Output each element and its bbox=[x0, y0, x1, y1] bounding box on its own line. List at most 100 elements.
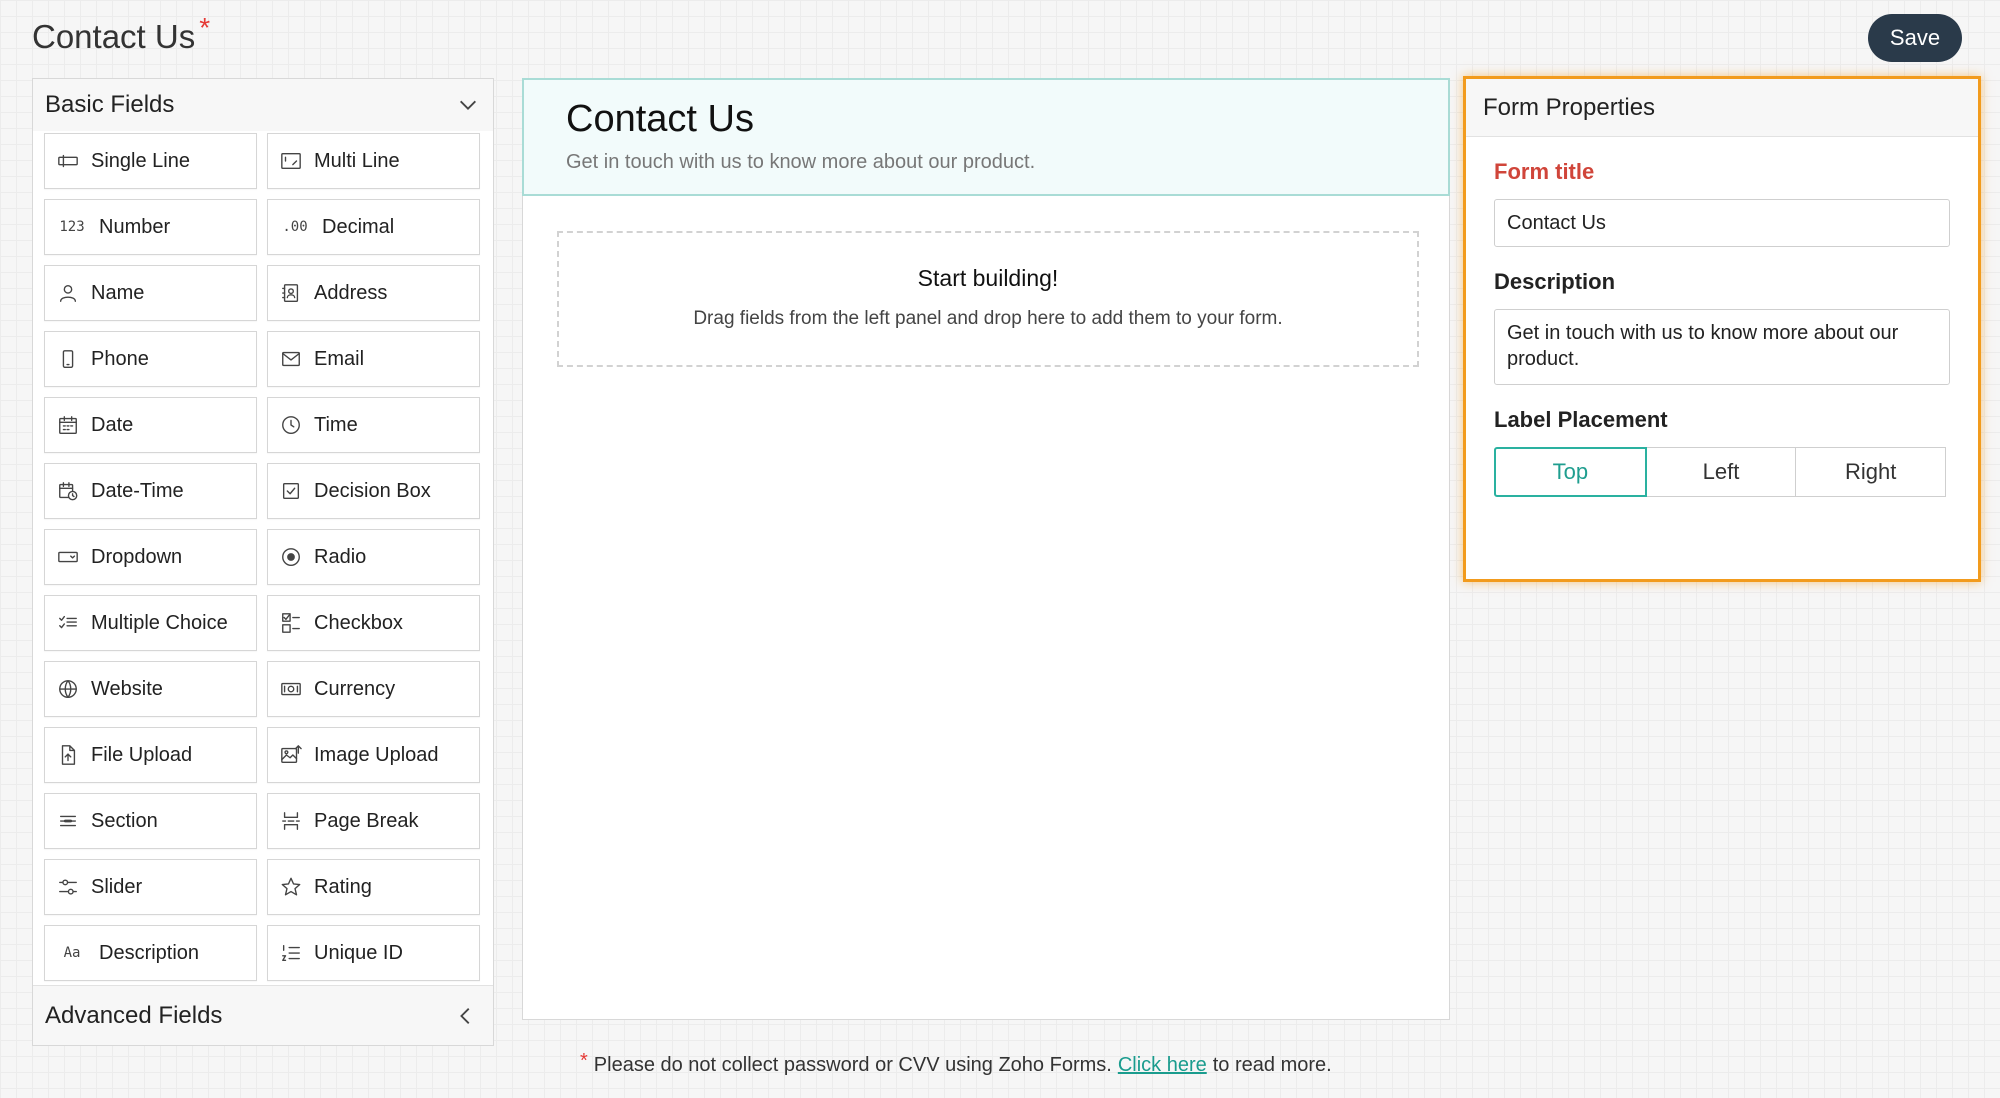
form-title-input[interactable]: Contact Us bbox=[1494, 199, 1950, 247]
field-file-upload[interactable]: File Upload bbox=[44, 727, 257, 783]
field-label: Multi Line bbox=[314, 149, 400, 172]
chevron-down-icon bbox=[460, 100, 476, 110]
placement-right-button[interactable]: Right bbox=[1796, 447, 1947, 497]
field-decision-box[interactable]: Decision Box bbox=[267, 463, 480, 519]
field-multiple-choice[interactable]: Multiple Choice bbox=[44, 595, 257, 651]
form-properties-header: Form Properties bbox=[1466, 79, 1978, 137]
decimal-icon: .00 bbox=[282, 219, 308, 235]
label-placement-label: Label Placement bbox=[1494, 407, 1668, 432]
field-unique-id[interactable]: Unique ID bbox=[267, 925, 480, 981]
field-radio[interactable]: Radio bbox=[267, 529, 480, 585]
calendar-clock-icon bbox=[57, 480, 79, 502]
placement-left-button[interactable]: Left bbox=[1646, 447, 1797, 497]
radio-icon bbox=[280, 546, 302, 568]
section-icon bbox=[57, 810, 79, 832]
slider-icon bbox=[57, 876, 79, 898]
field-label: Radio bbox=[314, 545, 367, 568]
file-upload-icon bbox=[57, 744, 79, 766]
field-label: Image Upload bbox=[314, 743, 439, 766]
field-label: Phone bbox=[91, 347, 149, 370]
field-time[interactable]: Time bbox=[267, 397, 480, 453]
user-icon bbox=[57, 282, 79, 304]
basic-fields-title: Basic Fields bbox=[45, 91, 175, 118]
field-label: Section bbox=[91, 809, 158, 832]
field-label: Description bbox=[99, 941, 200, 964]
field-currency[interactable]: Currency bbox=[267, 661, 480, 717]
description-input[interactable]: Get in touch with us to know more about … bbox=[1494, 309, 1950, 385]
field-label: Slider bbox=[91, 875, 143, 898]
field-label: Decision Box bbox=[314, 479, 431, 502]
field-label: Multiple Choice bbox=[91, 611, 228, 634]
field-dropdown[interactable]: Dropdown bbox=[44, 529, 257, 585]
page-break-icon bbox=[280, 810, 302, 832]
phone-icon bbox=[57, 348, 79, 370]
field-name[interactable]: Name bbox=[44, 265, 257, 321]
field-page-break[interactable]: Page Break bbox=[267, 793, 480, 849]
field-date[interactable]: Date bbox=[44, 397, 257, 453]
field-single-line[interactable]: Single Line bbox=[44, 133, 257, 189]
field-description[interactable]: Aa Description bbox=[44, 925, 257, 981]
field-number[interactable]: 123 Number bbox=[44, 199, 257, 255]
basic-fields-grid: Single Line Multi Line 123 Number .00 Decimal… bbox=[33, 131, 493, 991]
drop-zone-hint: Drag fields from the left panel and drop… bbox=[693, 308, 1283, 329]
form-header-description: Get in touch with us to know more about … bbox=[566, 151, 1036, 173]
footer-text: Please do not collect password or CVV us… bbox=[593, 1054, 1112, 1076]
page-title-text: Contact Us bbox=[32, 18, 196, 55]
field-checkbox[interactable]: Checkbox bbox=[267, 595, 480, 651]
star-icon bbox=[280, 876, 302, 898]
field-label: Time bbox=[314, 413, 358, 436]
form-canvas: Contact Us Get in touch with us to know … bbox=[522, 78, 1450, 1020]
save-button[interactable]: Save bbox=[1868, 14, 1962, 62]
currency-icon bbox=[280, 678, 302, 700]
field-slider[interactable]: Slider bbox=[44, 859, 257, 915]
field-label: Decimal bbox=[322, 215, 395, 238]
form-properties-panel: Form Properties Form title Contact Us De… bbox=[1463, 76, 1981, 582]
read-more-link[interactable]: Click here bbox=[1118, 1054, 1207, 1077]
field-address[interactable]: Address bbox=[267, 265, 480, 321]
envelope-icon bbox=[280, 348, 302, 370]
field-label: Email bbox=[314, 347, 365, 370]
page-title: Contact Us * bbox=[32, 12, 210, 56]
field-label: Currency bbox=[314, 677, 396, 700]
field-decimal[interactable]: .00 Decimal bbox=[267, 199, 480, 255]
field-label: Dropdown bbox=[91, 545, 183, 568]
field-multi-line[interactable]: Multi Line bbox=[267, 133, 480, 189]
multi-line-icon bbox=[280, 150, 302, 172]
field-date-time[interactable]: Date-Time bbox=[44, 463, 257, 519]
clock-icon bbox=[280, 414, 302, 436]
field-website[interactable]: Website bbox=[44, 661, 257, 717]
footer-text-after: to read more. bbox=[1212, 1054, 1332, 1076]
field-phone[interactable]: Phone bbox=[44, 331, 257, 387]
field-image-upload[interactable]: Image Upload bbox=[267, 727, 480, 783]
single-line-icon bbox=[57, 150, 79, 172]
dropdown-icon bbox=[57, 546, 79, 568]
basic-fields-header[interactable]: Basic Fields bbox=[33, 79, 493, 131]
advanced-fields-title: Advanced Fields bbox=[45, 1001, 223, 1029]
number-icon: 123 bbox=[59, 219, 85, 235]
placement-top-button[interactable]: Top bbox=[1494, 447, 1647, 497]
field-label: Number bbox=[99, 215, 171, 238]
image-upload-icon bbox=[280, 744, 302, 766]
field-label: Checkbox bbox=[314, 611, 403, 634]
drop-zone[interactable]: Start building! Drag fields from the lef… bbox=[557, 231, 1419, 367]
advanced-fields-header[interactable]: Advanced Fields bbox=[33, 985, 493, 1045]
field-label: Date bbox=[91, 413, 134, 436]
field-section[interactable]: Section bbox=[44, 793, 257, 849]
required-asterisk: * bbox=[199, 12, 211, 43]
field-label: Rating bbox=[314, 875, 372, 898]
field-label: File Upload bbox=[91, 743, 193, 766]
globe-icon bbox=[57, 678, 79, 700]
field-label: Address bbox=[314, 281, 388, 304]
field-email[interactable]: Email bbox=[267, 331, 480, 387]
form-header[interactable]: Contact Us Get in touch with us to know … bbox=[522, 78, 1450, 196]
footer-note: * Please do not collect password or CVV … bbox=[580, 1050, 1332, 1077]
drop-zone-title: Start building! bbox=[917, 265, 1059, 291]
checkbox-list-icon bbox=[280, 612, 302, 634]
field-label: Date-Time bbox=[91, 479, 184, 502]
chevron-left-icon bbox=[460, 1007, 470, 1024]
checked-box-icon bbox=[280, 480, 302, 502]
field-rating[interactable]: Rating bbox=[267, 859, 480, 915]
field-label: Page Break bbox=[314, 809, 419, 832]
text-description-icon: Aa bbox=[63, 945, 81, 961]
field-label: Unique ID bbox=[314, 941, 403, 964]
